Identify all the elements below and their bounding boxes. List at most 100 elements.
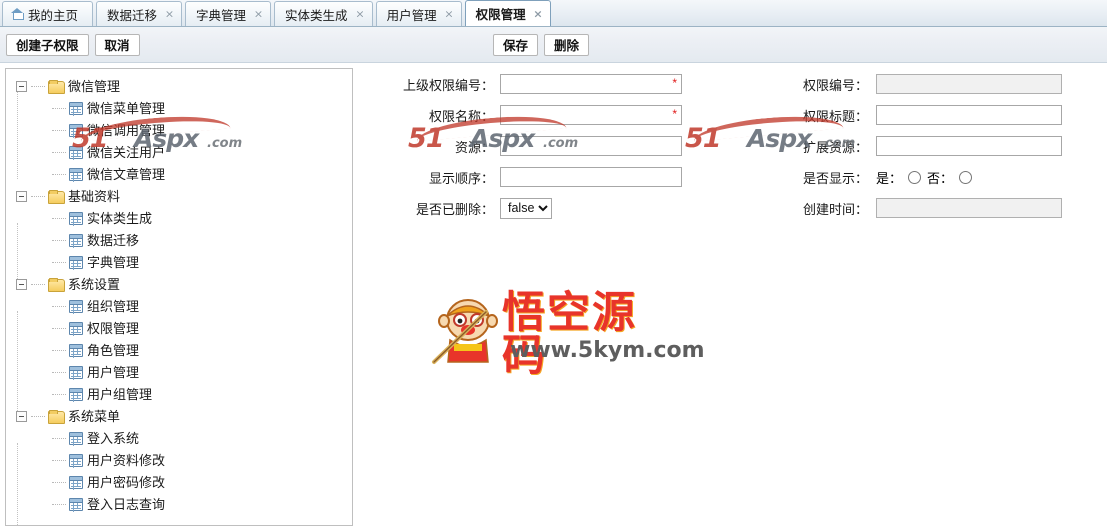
tab-permission-management[interactable]: 权限管理 × [464,0,551,26]
tab-label: 我的主页 [28,8,79,23]
field-label: 权限标题： [802,108,868,124]
tree-item-user-management[interactable]: 用户管理 [10,361,352,383]
extended-resource-input[interactable] [876,136,1062,156]
display-order-input[interactable] [500,167,682,187]
folder-icon [48,409,65,424]
tree-item-label: 实体类生成 [87,210,153,226]
tab-data-migration[interactable]: 数据迁移 × [96,1,183,26]
tree-connector-dots [52,129,66,131]
tree-group-label: 基础资料 [68,188,121,204]
grid-icon [69,343,83,357]
tree-item-data-migration[interactable]: 数据迁移 [10,229,352,251]
tree-connector-dots [52,173,66,175]
tree-connector-dots [52,305,66,307]
is-visible-no-label: 否： [927,170,954,186]
collapse-icon[interactable] [16,190,27,202]
tree-connector-dots [52,217,66,219]
tree-item-wechat-call-management[interactable]: 微信调用管理 [10,119,352,141]
tree-item-label: 用户组管理 [87,386,153,402]
grid-icon [69,101,83,115]
collapse-icon[interactable] [16,410,27,422]
grid-icon [69,321,83,335]
permission-name-input[interactable] [500,105,682,125]
tree-group-label: 系统菜单 [68,408,121,424]
tree-item-entity-class-generation[interactable]: 实体类生成 [10,207,352,229]
permission-form: 上级权限编号： * 权限名称： * 资源： 显示顺序： 是否已删除： false [360,64,1107,529]
tree-item-label: 组织管理 [87,298,140,314]
close-icon[interactable]: × [533,8,542,19]
tree-connector-dots [52,393,66,395]
field-label: 是否已删除： [415,201,494,217]
field-create-time: 创建时间： [748,197,1062,219]
tree-item-label: 字典管理 [87,254,140,270]
field-label: 权限编号： [802,77,868,93]
is-visible-yes-radio[interactable] [908,170,922,184]
permission-title-input[interactable] [876,105,1062,125]
close-icon[interactable]: × [254,9,263,20]
permission-tree-panel[interactable]: 微信管理 微信菜单管理 微信调用管理 微信关注用户 微信文章管理 基础资料 实体… [5,68,353,526]
toolbar-left-group: 创建子权限 取消 [6,33,140,56]
collapse-icon[interactable] [16,80,27,92]
tree-item-user-password-edit[interactable]: 用户密码修改 [10,471,352,493]
parent-permission-id-input[interactable] [500,74,682,94]
tab-user-management[interactable]: 用户管理 × [375,1,462,26]
cancel-button[interactable]: 取消 [94,33,140,56]
tree-item-dictionary-management[interactable]: 字典管理 [10,251,352,273]
tree-group-wechat-management[interactable]: 微信管理 [10,75,352,97]
is-deleted-select[interactable]: false true [500,197,552,219]
is-visible-no-radio[interactable] [959,170,973,184]
tree-group-system-settings[interactable]: 系统设置 [10,273,352,295]
tree-item-role-management[interactable]: 角色管理 [10,339,352,361]
tab-dictionary-management[interactable]: 字典管理 × [185,1,272,26]
tab-entity-class-generation[interactable]: 实体类生成 × [274,1,373,26]
field-label: 是否显示： [802,170,868,186]
tree-connector-dots [52,107,66,109]
folder-icon [48,277,65,292]
tree-item-wechat-menu-management[interactable]: 微信菜单管理 [10,97,352,119]
tree-item-label: 登入系统 [87,430,140,446]
tree-connector-dots [52,503,66,505]
permission-tree: 微信管理 微信菜单管理 微信调用管理 微信关注用户 微信文章管理 基础资料 实体… [6,69,352,525]
toolbar: 创建子权限 取消 保存 删除 [0,27,1107,63]
home-icon [11,8,24,20]
tree-connector-dots [31,195,45,197]
grid-icon [69,387,83,401]
tree-item-user-profile-edit[interactable]: 用户资料修改 [10,449,352,471]
delete-button[interactable]: 删除 [543,33,589,56]
save-button[interactable]: 保存 [492,33,538,56]
field-is-deleted: 是否已删除： false true [368,197,552,219]
close-icon[interactable]: × [165,9,174,20]
tree-item-organization-management[interactable]: 组织管理 [10,295,352,317]
tree-item-login-log-query[interactable]: 登入日志查询 [10,493,352,515]
tree-item-label: 用户密码修改 [87,474,166,490]
tree-group-label: 微信管理 [68,78,121,94]
tree-item-wechat-followers[interactable]: 微信关注用户 [10,141,352,163]
tree-group-basic-data[interactable]: 基础资料 [10,185,352,207]
tab-label: 用户管理 [386,8,437,23]
tree-group-system-menu[interactable]: 系统菜单 [10,405,352,427]
tree-connector-dots [52,239,66,241]
field-display-order: 显示顺序： [368,166,682,188]
field-extended-resource: 扩展资源： [748,135,1062,157]
close-icon[interactable]: × [355,9,364,20]
close-icon[interactable]: × [444,9,453,20]
field-parent-permission-id: 上级权限编号： * [368,73,682,95]
collapse-icon[interactable] [16,278,27,290]
tree-item-login-system[interactable]: 登入系统 [10,427,352,449]
field-label: 权限名称： [428,108,494,124]
tab-label: 权限管理 [475,8,526,22]
tree-item-wechat-article-management[interactable]: 微信文章管理 [10,163,352,185]
tree-item-label: 微信菜单管理 [87,100,166,116]
tree-connector-dots [52,327,66,329]
tree-item-user-group-management[interactable]: 用户组管理 [10,383,352,405]
resource-input[interactable] [500,136,682,156]
field-permission-title: 权限标题： [748,104,1062,126]
tab-my-homepage[interactable]: 我的主页 [2,1,94,26]
tree-group-label: 系统设置 [68,276,121,292]
grid-icon [69,211,83,225]
tab-label: 数据迁移 [107,8,158,23]
create-sub-permission-button[interactable]: 创建子权限 [6,33,89,56]
tree-item-permission-management[interactable]: 权限管理 [10,317,352,339]
grid-icon [69,453,83,467]
tree-connector-dots [52,437,66,439]
